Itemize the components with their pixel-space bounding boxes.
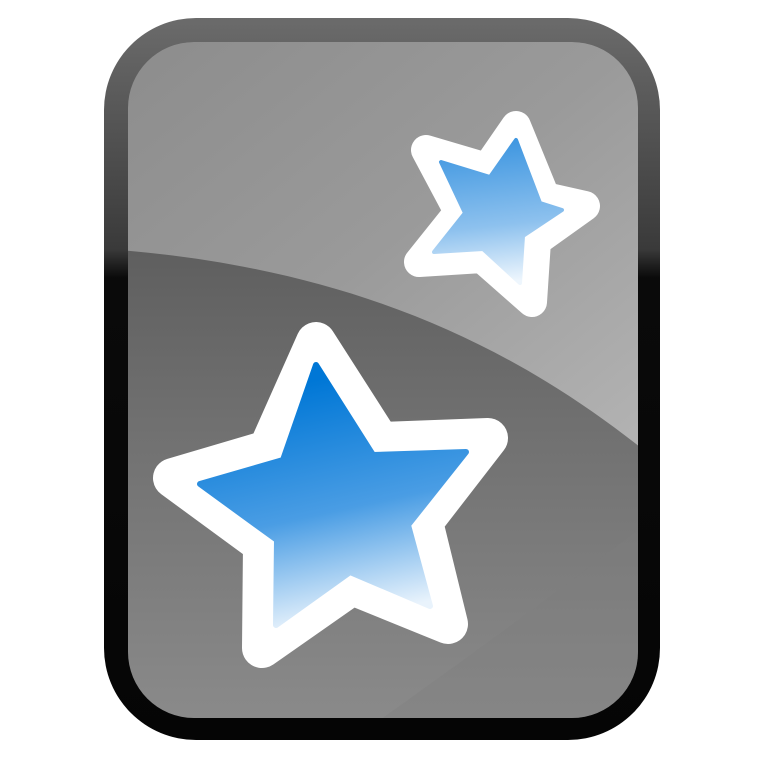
anki-app-icon <box>104 18 660 740</box>
